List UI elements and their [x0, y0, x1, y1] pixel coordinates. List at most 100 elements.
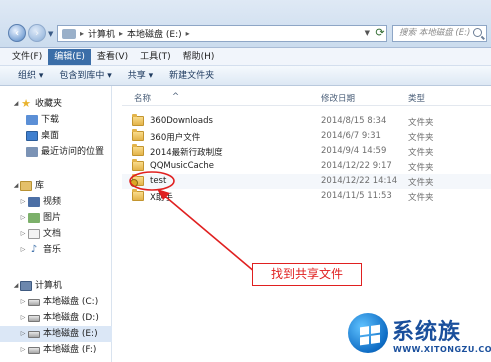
expand-arrow-icon[interactable]: ◢ — [12, 278, 20, 294]
download-icon — [26, 115, 38, 125]
menu-help[interactable]: 帮助(H) — [177, 49, 221, 65]
sidebar-item-music[interactable]: ▷ ♪ 音乐 — [0, 242, 112, 258]
search-icon[interactable] — [473, 28, 482, 37]
sidebar-item-drive-e[interactable]: ▷ 本地磁盘 (E:) — [0, 326, 112, 342]
sidebar-item-documents[interactable]: ▷ 文档 — [0, 226, 112, 242]
collapse-arrow-icon[interactable]: ▷ — [19, 310, 27, 326]
address-bar[interactable]: ▸ 计算机 ▸ 本地磁盘 (E:) ▸ ▼ — [57, 25, 387, 42]
file-row-test[interactable]: test 2014/12/22 14:14 文件夹 — [122, 174, 491, 189]
address-toolbar: ‹ › ▼ ▸ 计算机 ▸ 本地磁盘 (E:) ▸ ▼ ⟳ 搜索 本地磁盘 (E… — [0, 0, 491, 48]
annotation-callout: 找到共享文件 — [252, 263, 362, 286]
collapse-arrow-icon[interactable]: ▷ — [19, 342, 27, 358]
file-name: test — [150, 176, 167, 186]
sidebar-computer-label: 计算机 — [35, 281, 63, 291]
column-type[interactable]: 类型 — [408, 92, 425, 104]
sidebar-item-drive-f[interactable]: ▷ 本地磁盘 (F:) — [0, 342, 112, 358]
collapse-arrow-icon[interactable]: ▷ — [19, 194, 27, 210]
file-type: 文件夹 — [408, 178, 434, 188]
sidebar-item-downloads[interactable]: 下载 — [0, 112, 112, 128]
sidebar-item-label: 音乐 — [43, 245, 62, 255]
new-folder-button[interactable]: 新建文件夹 — [163, 66, 220, 86]
sidebar-item-label: 最近访问的位置 — [41, 147, 105, 157]
collapse-arrow-icon[interactable]: ▷ — [19, 326, 27, 342]
collapse-arrow-icon[interactable]: ▷ — [19, 226, 27, 242]
organize-button[interactable]: 组织 ▾ — [12, 66, 49, 86]
sidebar-item-drive-c[interactable]: ▷ 本地磁盘 (C:) — [0, 294, 112, 310]
chevron-right-icon[interactable]: ▸ — [119, 29, 123, 38]
menu-edit[interactable]: 编辑(E) — [48, 48, 91, 65]
refresh-icon[interactable]: ⟳ — [373, 26, 387, 40]
drive-icon — [28, 347, 40, 354]
share-with-button[interactable]: 共享 ▾ — [122, 66, 159, 86]
navigation-pane: ◢ ★ 收藏夹 下载 桌面 最近访问的位置 ◢ 库 ▷ 视频 ▷ 图片 ▷ 文档… — [0, 86, 112, 362]
file-type: 文件夹 — [408, 148, 434, 158]
shared-folder-icon — [130, 174, 144, 187]
sidebar-item-label: 本地磁盘 (C:) — [43, 297, 99, 307]
sidebar-favorites-label: 收藏夹 — [35, 99, 63, 109]
file-row-x-helper[interactable]: X助手 2014/11/5 11:53 文件夹 — [122, 189, 491, 204]
sidebar-item-label: 图片 — [43, 213, 62, 223]
drive-icon — [28, 331, 40, 338]
chevron-right-icon[interactable]: ▸ — [186, 29, 190, 38]
file-name: X助手 — [150, 193, 173, 203]
column-name[interactable]: 名称 — [134, 92, 151, 104]
watermark-logo: 系统族 WWW.XITONGZU.COM — [345, 310, 491, 362]
sidebar-computer[interactable]: ◢ 计算机 — [0, 278, 112, 294]
recent-places-icon — [26, 147, 38, 157]
sidebar-item-label: 本地磁盘 (D:) — [43, 313, 99, 323]
file-type: 文件夹 — [408, 163, 434, 173]
breadcrumb-drive-e[interactable]: 本地磁盘 (E:) — [127, 27, 182, 40]
file-name: 360用户文件 — [150, 133, 201, 143]
back-button[interactable]: ‹ — [8, 24, 26, 42]
expand-arrow-icon[interactable]: ◢ — [12, 178, 20, 194]
file-name: 2014最新行政制度 — [150, 148, 223, 158]
sidebar-item-pictures[interactable]: ▷ 图片 — [0, 210, 112, 226]
sidebar-item-drive-d[interactable]: ▷ 本地磁盘 (D:) — [0, 310, 112, 326]
chevron-right-icon[interactable]: ▸ — [80, 29, 84, 38]
file-date: 2014/9/4 14:59 — [321, 146, 387, 156]
collapse-arrow-icon[interactable]: ▷ — [19, 210, 27, 226]
address-dropdown-icon[interactable]: ▼ — [365, 29, 370, 37]
collapse-arrow-icon[interactable]: ▷ — [19, 294, 27, 310]
column-date-modified[interactable]: 修改日期 — [321, 92, 355, 104]
file-row-360downloads[interactable]: 360Downloads 2014/8/15 8:34 文件夹 — [122, 114, 491, 129]
video-icon — [28, 197, 40, 207]
file-row-360-user-files[interactable]: 360用户文件 2014/6/7 9:31 文件夹 — [122, 129, 491, 144]
drive-icon — [28, 315, 40, 322]
menu-file[interactable]: 文件(F) — [6, 49, 48, 65]
music-icon: ♪ — [30, 244, 38, 255]
folder-icon — [132, 144, 144, 156]
folder-icon — [132, 159, 144, 171]
folder-icon — [132, 129, 144, 141]
folder-icon — [132, 114, 144, 126]
collapse-arrow-icon[interactable]: ▷ — [19, 242, 27, 258]
menu-tools[interactable]: 工具(T) — [134, 49, 177, 65]
sidebar-item-label: 视频 — [43, 197, 62, 207]
file-row-2014-admin-policy[interactable]: 2014最新行政制度 2014/9/4 14:59 文件夹 — [122, 144, 491, 159]
file-type: 文件夹 — [408, 133, 434, 143]
file-row-qqmusiccache[interactable]: QQMusicCache 2014/12/22 9:17 文件夹 — [122, 159, 491, 174]
sidebar-item-desktop[interactable]: 桌面 — [0, 128, 112, 144]
sidebar-item-videos[interactable]: ▷ 视频 — [0, 194, 112, 210]
file-date: 2014/11/5 11:53 — [321, 191, 392, 201]
watermark-url: WWW.XITONGZU.COM — [393, 345, 491, 354]
folder-icon — [132, 189, 144, 201]
menu-view[interactable]: 查看(V) — [91, 49, 134, 65]
column-header-row: ^ 名称 修改日期 类型 — [122, 90, 491, 106]
watermark-title: 系统族 — [392, 320, 462, 345]
file-type: 文件夹 — [408, 193, 434, 203]
computer-icon — [62, 28, 76, 39]
breadcrumb-computer[interactable]: 计算机 — [88, 27, 115, 40]
include-in-library-button[interactable]: 包含到库中 ▾ — [53, 66, 117, 86]
windows-logo-icon — [348, 313, 388, 353]
file-date: 2014/8/15 8:34 — [321, 116, 387, 126]
sidebar-item-recent-places[interactable]: 最近访问的位置 — [0, 144, 112, 160]
forward-button[interactable]: › — [28, 24, 46, 42]
sidebar-libraries[interactable]: ◢ 库 — [0, 178, 112, 194]
recent-pages-dropdown[interactable]: ▼ — [48, 30, 53, 38]
sidebar-item-label: 下载 — [41, 115, 60, 125]
sidebar-favorites[interactable]: ◢ ★ 收藏夹 — [0, 96, 112, 112]
search-input[interactable]: 搜索 本地磁盘 (E:) — [392, 25, 487, 42]
file-name: QQMusicCache — [150, 161, 214, 171]
expand-arrow-icon[interactable]: ◢ — [12, 96, 20, 112]
